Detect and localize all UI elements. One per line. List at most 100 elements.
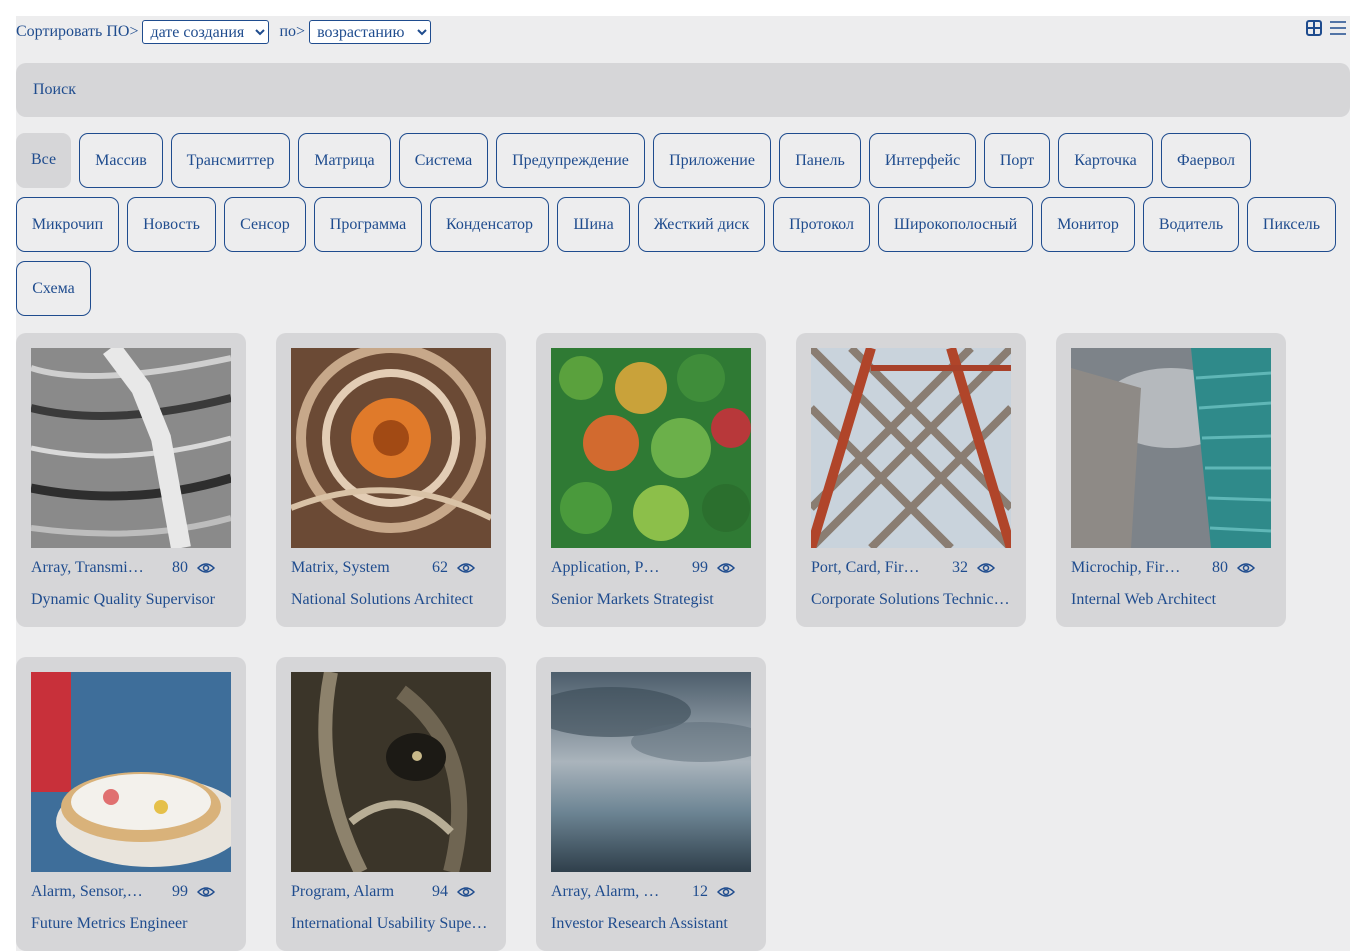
card-title[interactable]: Investor Research Assistant bbox=[551, 915, 751, 933]
card-image-cloudy-sea bbox=[551, 672, 751, 872]
chip-label: Карточка bbox=[1074, 151, 1137, 169]
view-count: 99 bbox=[172, 883, 188, 900]
chip-label: Трансмиттер bbox=[186, 151, 275, 169]
chip-label: Широкополосный bbox=[893, 215, 1018, 233]
chip-scheme[interactable]: Схема bbox=[16, 261, 91, 316]
chip-warning[interactable]: Предупреждение bbox=[496, 133, 645, 188]
chip-label: Водитель bbox=[1158, 215, 1224, 233]
software-card[interactable]: Program, Alarm 94 International Usabilit… bbox=[276, 657, 506, 951]
sort-field-select[interactable]: дате создания bbox=[142, 20, 270, 44]
chip-label: Протокол bbox=[789, 215, 854, 233]
chip-label: Схема bbox=[32, 279, 75, 297]
chip-monitor[interactable]: Монитор bbox=[1041, 197, 1135, 252]
view-count: 12 bbox=[692, 883, 708, 900]
chip-label: Программа bbox=[329, 215, 407, 233]
chip-all[interactable]: Все bbox=[16, 133, 71, 188]
card-tags: Port, Card, Firewall bbox=[811, 559, 925, 576]
chip-array[interactable]: Массив bbox=[79, 133, 163, 188]
card-tags: Alarm, Sensor, Program bbox=[31, 883, 145, 900]
chip-capacitor[interactable]: Конденсатор bbox=[430, 197, 549, 252]
sort-order-select[interactable]: возрастанию bbox=[309, 20, 432, 44]
chip-program[interactable]: Программа bbox=[314, 197, 422, 252]
card-image-orange-swirl bbox=[291, 348, 491, 548]
view-count: 32 bbox=[952, 559, 968, 576]
eye-icon bbox=[456, 559, 476, 577]
chip-protocol[interactable]: Протокол bbox=[773, 197, 870, 252]
card-image-funnel-cake bbox=[31, 672, 231, 872]
chip-interface[interactable]: Интерфейс bbox=[869, 133, 976, 188]
chip-label: Пиксель bbox=[1262, 215, 1321, 233]
chip-application[interactable]: Приложение bbox=[653, 133, 771, 188]
grid-view-icon[interactable] bbox=[1306, 20, 1322, 36]
eye-icon bbox=[976, 559, 996, 577]
eye-icon bbox=[196, 883, 216, 901]
card-tags: Array, Alarm, Scheme bbox=[551, 883, 665, 900]
card-image-grey-abstract-lines bbox=[31, 348, 231, 548]
list-view-icon[interactable] bbox=[1330, 20, 1346, 36]
chip-label: Монитор bbox=[1057, 215, 1119, 233]
chip-microchip[interactable]: Микрочип bbox=[16, 197, 119, 252]
chip-hard-disk[interactable]: Жесткий диск bbox=[638, 197, 765, 252]
chip-label: Приложение bbox=[669, 151, 755, 169]
sort-order-label: по> bbox=[279, 23, 306, 40]
search-input[interactable] bbox=[31, 80, 1325, 100]
chip-matrix[interactable]: Матрица bbox=[298, 133, 391, 188]
chip-label: Шина bbox=[573, 215, 614, 233]
card-image-aerial-forest bbox=[551, 348, 751, 548]
card-title[interactable]: Internal Web Architect bbox=[1071, 591, 1271, 609]
chip-label: Интерфейс bbox=[884, 151, 961, 169]
chip-label: Сенсор bbox=[240, 215, 290, 233]
card-title[interactable]: Future Metrics Engineer bbox=[31, 915, 231, 933]
view-count: 99 bbox=[692, 559, 708, 576]
chip-pixel[interactable]: Пиксель bbox=[1247, 197, 1336, 252]
card-title[interactable]: International Usability Supervisor bbox=[291, 915, 491, 933]
chip-label: Жесткий диск bbox=[653, 215, 750, 233]
card-tags: Program, Alarm bbox=[291, 883, 395, 900]
view-toggle bbox=[1306, 20, 1346, 36]
software-card[interactable]: Array, Transmitter 80 Dynamic Quality Su… bbox=[16, 333, 246, 627]
card-title[interactable]: Corporate Solutions Technician bbox=[811, 591, 1011, 609]
sort-bar: Сортировать ПО> дате создания по> возрас… bbox=[16, 20, 435, 44]
chip-port[interactable]: Порт bbox=[984, 133, 1050, 188]
chip-transmitter[interactable]: Трансмиттер bbox=[171, 133, 290, 188]
software-card[interactable]: Port, Card, Firewall 32 Corporate Soluti… bbox=[796, 333, 1026, 627]
card-image-steel-tower bbox=[811, 348, 1011, 548]
software-card[interactable]: Application, Panel 99 Senior Markets Str… bbox=[536, 333, 766, 627]
chip-label: Микрочип bbox=[31, 215, 104, 233]
chip-panel[interactable]: Панель bbox=[779, 133, 861, 188]
chip-firewall[interactable]: Фаервол bbox=[1161, 133, 1251, 188]
chip-label: Система bbox=[414, 151, 473, 169]
chip-broadband[interactable]: Широкополосный bbox=[878, 197, 1033, 252]
chip-sensor[interactable]: Сенсор bbox=[224, 197, 306, 252]
eye-icon bbox=[716, 883, 736, 901]
software-catalog-page: Сортировать ПО> дате создания по> возрас… bbox=[16, 16, 1350, 951]
view-count: 80 bbox=[172, 559, 188, 576]
eye-icon bbox=[1236, 559, 1256, 577]
chip-label: Массив bbox=[95, 151, 147, 169]
card-image-skyscrapers bbox=[1071, 348, 1271, 548]
chip-card[interactable]: Карточка bbox=[1058, 133, 1153, 188]
card-image-dark-abstract-face bbox=[291, 672, 491, 872]
chip-label: Все bbox=[31, 151, 57, 168]
chip-bus[interactable]: Шина bbox=[557, 197, 630, 252]
card-title[interactable]: Dynamic Quality Supervisor bbox=[31, 591, 231, 609]
card-tags: Application, Panel bbox=[551, 559, 665, 576]
chip-label: Фаервол bbox=[1176, 151, 1236, 169]
chip-label: Новость bbox=[143, 215, 200, 233]
chip-system[interactable]: Система bbox=[399, 133, 488, 188]
software-card[interactable]: Microchip, Firewall 80 Internal Web Arch… bbox=[1056, 333, 1286, 627]
sort-label: Сортировать ПО> bbox=[16, 23, 139, 40]
chip-news[interactable]: Новость bbox=[127, 197, 216, 252]
eye-icon bbox=[196, 559, 216, 577]
software-card[interactable]: Alarm, Sensor, Program 99 Future Metrics… bbox=[16, 657, 246, 951]
chip-driver[interactable]: Водитель bbox=[1143, 197, 1239, 252]
card-title[interactable]: Senior Markets Strategist bbox=[551, 591, 751, 609]
software-card[interactable]: Matrix, System 62 National Solutions Arc… bbox=[276, 333, 506, 627]
software-card[interactable]: Array, Alarm, Scheme 12 Investor Researc… bbox=[536, 657, 766, 951]
view-count: 80 bbox=[1212, 559, 1228, 576]
eye-icon bbox=[716, 559, 736, 577]
view-count: 94 bbox=[432, 883, 448, 900]
card-title[interactable]: National Solutions Architect bbox=[291, 591, 491, 609]
search-bar bbox=[16, 63, 1350, 117]
chip-label: Матрица bbox=[314, 151, 375, 169]
